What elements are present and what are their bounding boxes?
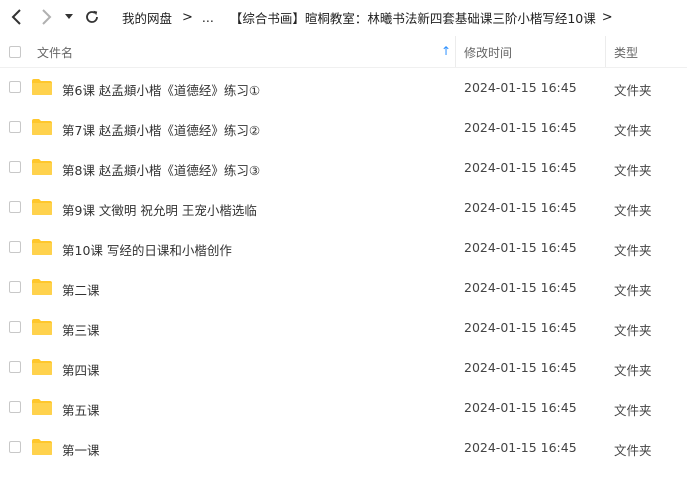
- chevron-right-icon: [42, 9, 52, 25]
- file-type: 文件夹: [614, 283, 652, 298]
- row-checkbox[interactable]: [9, 241, 21, 253]
- file-name[interactable]: 第一课: [62, 440, 100, 459]
- caret-down-icon: [65, 14, 73, 19]
- table-row[interactable]: 第五课 2024-01-15 16:45 文件夹: [0, 387, 687, 427]
- file-type: 文件夹: [614, 243, 652, 258]
- folder-icon: [32, 79, 52, 95]
- row-checkbox[interactable]: [9, 121, 21, 133]
- breadcrumb-current[interactable]: 【综合书画】暄桐教室：林曦书法新四套基础课三阶小楷写经10课: [230, 8, 596, 27]
- breadcrumb: 我的网盘 > ... 【综合书画】暄桐教室：林曦书法新四套基础课三阶小楷写经10…: [122, 8, 622, 27]
- file-type: 文件夹: [614, 203, 652, 218]
- table-row[interactable]: 第10课 写经的日课和小楷创作 2024-01-15 16:45 文件夹: [0, 227, 687, 267]
- chevron-left-icon: [11, 9, 21, 25]
- file-name[interactable]: 第二课: [62, 280, 100, 299]
- folder-icon: [32, 359, 52, 375]
- file-type: 文件夹: [614, 123, 652, 138]
- folder-icon: [32, 119, 52, 135]
- breadcrumb-separator-icon: >: [601, 10, 613, 25]
- breadcrumb-root[interactable]: 我的网盘: [122, 8, 172, 27]
- row-checkbox[interactable]: [9, 201, 21, 213]
- row-checkbox[interactable]: [9, 81, 21, 93]
- file-name[interactable]: 第9课 文徵明 祝允明 王宠小楷选临: [62, 200, 257, 219]
- file-type: 文件夹: [614, 363, 652, 378]
- forward-button[interactable]: [36, 7, 56, 27]
- folder-icon: [32, 199, 52, 215]
- file-type: 文件夹: [614, 323, 652, 338]
- column-header-type[interactable]: 类型: [614, 44, 638, 61]
- modified-time: 2024-01-15 16:45: [464, 320, 577, 335]
- breadcrumb-separator-icon: >: [182, 10, 193, 25]
- file-type: 文件夹: [614, 163, 652, 178]
- file-name[interactable]: 第7课 赵孟頫小楷《道德经》练习②: [62, 120, 260, 139]
- folder-icon: [32, 319, 52, 335]
- refresh-icon: [86, 10, 98, 23]
- column-header-modified[interactable]: 修改时间: [464, 44, 512, 61]
- select-all-checkbox[interactable]: [9, 46, 21, 58]
- file-name[interactable]: 第10课 写经的日课和小楷创作: [62, 240, 232, 259]
- breadcrumb-ellipsis[interactable]: ...: [202, 10, 214, 25]
- file-list-header: 文件名 ↑ 修改时间 类型: [0, 36, 687, 68]
- modified-time: 2024-01-15 16:45: [464, 280, 577, 295]
- file-type: 文件夹: [614, 83, 652, 98]
- column-divider[interactable]: [455, 36, 456, 67]
- modified-time: 2024-01-15 16:45: [464, 120, 577, 135]
- file-name[interactable]: 第三课: [62, 320, 100, 339]
- modified-time: 2024-01-15 16:45: [464, 160, 577, 175]
- folder-icon: [32, 159, 52, 175]
- table-row[interactable]: 第6课 赵孟頫小楷《道德经》练习① 2024-01-15 16:45 文件夹: [0, 67, 687, 107]
- file-name[interactable]: 第五课: [62, 400, 100, 419]
- table-row[interactable]: 第二课 2024-01-15 16:45 文件夹: [0, 267, 687, 307]
- refresh-button[interactable]: [82, 7, 102, 27]
- history-dropdown-button[interactable]: [62, 7, 76, 27]
- file-name[interactable]: 第8课 赵孟頫小楷《道德经》练习③: [62, 160, 260, 179]
- modified-time: 2024-01-15 16:45: [464, 240, 577, 255]
- row-checkbox[interactable]: [9, 321, 21, 333]
- modified-time: 2024-01-15 16:45: [464, 400, 577, 415]
- table-row[interactable]: 第四课 2024-01-15 16:45 文件夹: [0, 347, 687, 387]
- modified-time: 2024-01-15 16:45: [464, 440, 577, 455]
- table-row[interactable]: 第9课 文徵明 祝允明 王宠小楷选临 2024-01-15 16:45 文件夹: [0, 187, 687, 227]
- table-row[interactable]: 第三课 2024-01-15 16:45 文件夹: [0, 307, 687, 347]
- folder-icon: [32, 439, 52, 455]
- file-name[interactable]: 第四课: [62, 360, 100, 379]
- row-checkbox[interactable]: [9, 161, 21, 173]
- back-button[interactable]: [7, 7, 27, 27]
- row-checkbox[interactable]: [9, 401, 21, 413]
- file-list: 第6课 赵孟頫小楷《道德经》练习① 2024-01-15 16:45 文件夹 第…: [0, 67, 687, 467]
- file-type: 文件夹: [614, 443, 652, 458]
- row-checkbox[interactable]: [9, 441, 21, 453]
- file-name[interactable]: 第6课 赵孟頫小楷《道德经》练习①: [62, 80, 260, 99]
- table-row[interactable]: 第8课 赵孟頫小楷《道德经》练习③ 2024-01-15 16:45 文件夹: [0, 147, 687, 187]
- folder-icon: [32, 279, 52, 295]
- table-row[interactable]: 第7课 赵孟頫小楷《道德经》练习② 2024-01-15 16:45 文件夹: [0, 107, 687, 147]
- file-type: 文件夹: [614, 403, 652, 418]
- navigation-toolbar: 我的网盘 > ... 【综合书画】暄桐教室：林曦书法新四套基础课三阶小楷写经10…: [0, 0, 687, 34]
- modified-time: 2024-01-15 16:45: [464, 360, 577, 375]
- modified-time: 2024-01-15 16:45: [464, 80, 577, 95]
- column-header-name[interactable]: 文件名: [37, 44, 73, 61]
- modified-time: 2024-01-15 16:45: [464, 200, 577, 215]
- row-checkbox[interactable]: [9, 361, 21, 373]
- row-checkbox[interactable]: [9, 281, 21, 293]
- table-row[interactable]: 第一课 2024-01-15 16:45 文件夹: [0, 427, 687, 467]
- sort-ascending-icon[interactable]: ↑: [441, 44, 451, 58]
- column-divider[interactable]: [605, 36, 606, 67]
- folder-icon: [32, 239, 52, 255]
- folder-icon: [32, 399, 52, 415]
